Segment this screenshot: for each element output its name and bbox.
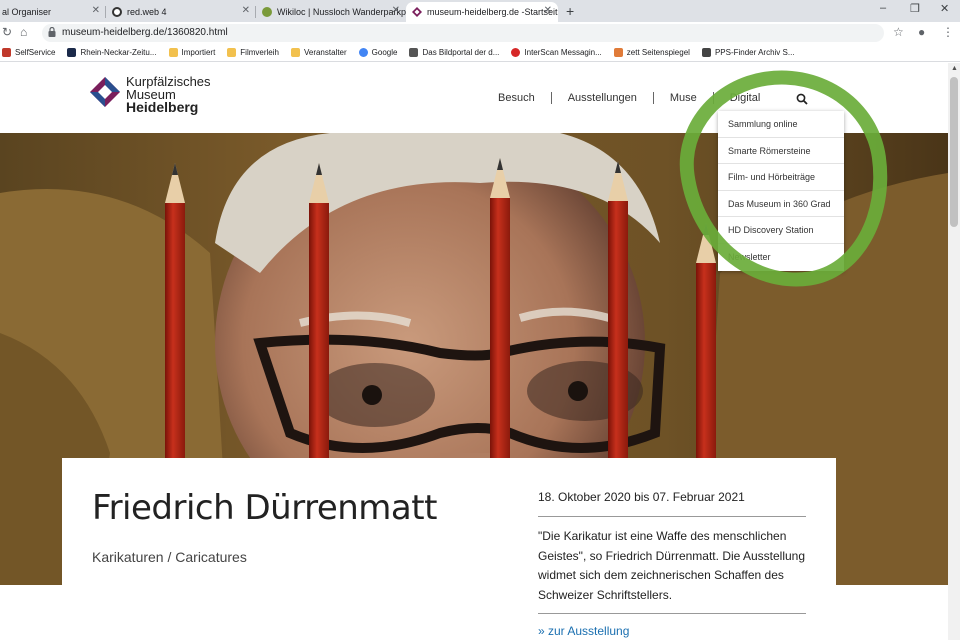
bookmark-google[interactable]: Google [358, 48, 398, 57]
tab-title: red.web 4 [127, 7, 167, 17]
divider [538, 516, 806, 517]
page-scrollbar[interactable]: ▲ [948, 63, 960, 640]
menu-kebab-icon[interactable]: ⋮ [942, 25, 954, 39]
close-tab-icon[interactable]: ✕ [92, 5, 100, 16]
address-bar[interactable]: museum-heidelberg.de/1360820.html [42, 24, 884, 42]
address-toolbar: ↻ ⌂ museum-heidelberg.de/1360820.html ☆ … [0, 22, 960, 44]
museum-logo[interactable]: Kurpfälzisches Museum Heidelberg [90, 75, 211, 114]
exhibition-subtitle: Karikaturen / Caricatures [92, 549, 247, 565]
bookmark-favicon-icon [409, 48, 419, 57]
url-text: museum-heidelberg.de/1360820.html [62, 27, 228, 38]
bookmark-interscan[interactable]: InterScan Messagin... [511, 48, 602, 57]
bookmark-favicon-icon [613, 48, 623, 57]
bookmark-label: Filmverleih [240, 48, 279, 57]
bookmark-label: zett Seitenspiegel [626, 48, 690, 57]
tab-title: Wikiloc | Nussloch Wanderparkpl [277, 7, 406, 17]
new-tab-button[interactable]: + [566, 3, 574, 19]
maximize-window-button[interactable]: ❐ [910, 2, 920, 15]
logo-line-3: Heidelberg [126, 99, 199, 115]
folder-icon [227, 48, 237, 57]
bookmark-filmverleih[interactable]: Filmverleih [227, 48, 279, 57]
bookmark-label: Das Bildportal der d... [422, 48, 500, 57]
bookmark-label: InterScan Messagin... [524, 48, 602, 57]
browser-tab-museum[interactable]: museum-heidelberg.de -Startseit ✕ [406, 2, 558, 22]
minimize-window-button[interactable]: – [880, 2, 886, 14]
bookmark-label: SelfService [15, 48, 56, 57]
home-icon[interactable]: ⌂ [20, 25, 27, 39]
bookmark-label: Veranstalter [303, 48, 347, 57]
bookmark-zett[interactable]: zett Seitenspiegel [613, 48, 690, 57]
browser-tab-redweb[interactable]: red.web 4 ✕ [106, 2, 256, 22]
bookmark-favicon-icon [511, 48, 521, 57]
bookmark-favicon-icon [2, 48, 11, 57]
exhibition-card: Friedrich Dürrenmatt Karikaturen / Caric… [62, 458, 836, 640]
bookmark-label: PPS-Finder Archiv S... [714, 48, 795, 57]
browser-tab-strip: al Organiser ✕ red.web 4 ✕ Wikiloc | Nus… [0, 0, 960, 22]
profile-icon[interactable]: ● [918, 25, 925, 39]
bookmark-bildportal[interactable]: Das Bildportal der d... [409, 48, 499, 57]
tab-title: museum-heidelberg.de -Startseit [427, 7, 558, 17]
exhibition-link[interactable]: » zur Ausstellung [538, 624, 629, 638]
museum-logo-icon [90, 77, 120, 107]
logo-text: Kurpfälzisches Museum Heidelberg [126, 75, 211, 114]
bookmark-label: Importiert [181, 48, 216, 57]
divider [538, 613, 806, 614]
bookmark-importiert[interactable]: Importiert [168, 48, 216, 57]
bookmark-veranstalter[interactable]: Veranstalter [290, 48, 347, 57]
folder-icon [290, 48, 300, 57]
bookmark-label: Rhein-Neckar-Zeitu... [80, 48, 157, 57]
bookmark-label: Google [371, 48, 398, 57]
close-tab-icon[interactable]: ✕ [242, 5, 250, 16]
bookmarks-bar: SelfService Rhein-Neckar-Zeitu... Import… [0, 44, 960, 62]
bookmark-star-icon[interactable]: ☆ [893, 25, 904, 39]
bookmark-rnz[interactable]: Rhein-Neckar-Zeitu... [67, 48, 157, 57]
bookmark-favicon-icon [701, 48, 711, 57]
browser-tab-wikiloc[interactable]: Wikiloc | Nussloch Wanderparkpl ✕ [256, 2, 406, 22]
close-tab-icon[interactable]: ✕ [392, 5, 400, 16]
tab-title: al Organiser [2, 7, 52, 17]
nav-ausstellungen[interactable]: Ausstellungen [552, 92, 653, 104]
nav-besuch[interactable]: Besuch [482, 92, 551, 104]
close-tab-icon[interactable]: ✕ [544, 5, 552, 16]
bookmark-favicon-icon [67, 48, 77, 57]
wikiloc-favicon-icon [262, 7, 272, 17]
web-page: Kurpfälzisches Museum Heidelberg Besuch … [0, 63, 948, 640]
scrollbar-thumb[interactable] [950, 77, 958, 227]
reload-icon[interactable]: ↻ [2, 25, 12, 39]
bookmark-selfservice[interactable]: SelfService [2, 48, 55, 57]
museum-favicon-icon [412, 7, 422, 17]
scroll-up-icon[interactable]: ▲ [951, 65, 958, 72]
exhibition-description: "Die Karikatur ist eine Waffe des mensch… [538, 529, 806, 602]
google-icon [358, 48, 368, 57]
lock-icon [48, 27, 56, 37]
exhibition-dates: 18. Oktober 2020 bis 07. Februar 2021 [538, 490, 745, 504]
redweb-favicon-icon [112, 7, 122, 17]
close-window-button[interactable]: ✕ [940, 2, 949, 15]
browser-tab-organiser[interactable]: al Organiser ✕ [0, 2, 106, 22]
bookmark-pps[interactable]: PPS-Finder Archiv S... [701, 48, 795, 57]
folder-icon [168, 48, 178, 57]
exhibition-title: Friedrich Dürrenmatt [92, 488, 437, 528]
